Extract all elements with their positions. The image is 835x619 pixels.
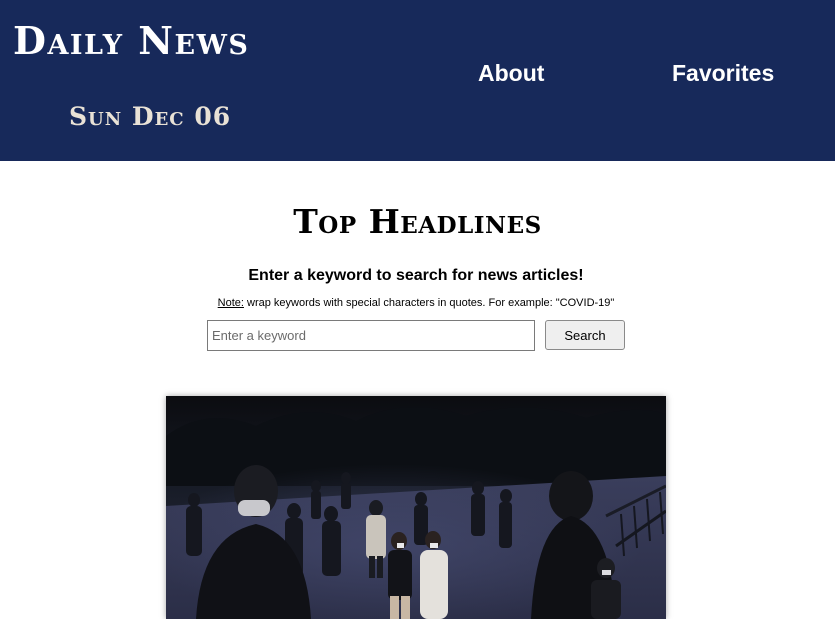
article-image[interactable] bbox=[166, 396, 666, 619]
nav-link-favorites[interactable]: Favorites bbox=[672, 58, 774, 88]
site-header: Daily News Sun Dec 06 About Favorites bbox=[0, 0, 835, 161]
page-title: Top Headlines bbox=[293, 202, 542, 241]
search-prompt: Enter a keyword to search for news artic… bbox=[248, 267, 584, 284]
current-date: Sun Dec 06 bbox=[69, 102, 232, 131]
search-note: Note: wrap keywords with special charact… bbox=[0, 295, 832, 311]
site-logo-title[interactable]: Daily News bbox=[13, 18, 249, 64]
nav-link-about[interactable]: About bbox=[478, 58, 544, 88]
search-button[interactable]: Search bbox=[545, 320, 625, 350]
search-input[interactable] bbox=[207, 320, 535, 351]
note-label: Note: bbox=[217, 297, 244, 309]
article-card[interactable] bbox=[166, 396, 666, 619]
note-text: wrap keywords with special characters in… bbox=[243, 297, 615, 309]
